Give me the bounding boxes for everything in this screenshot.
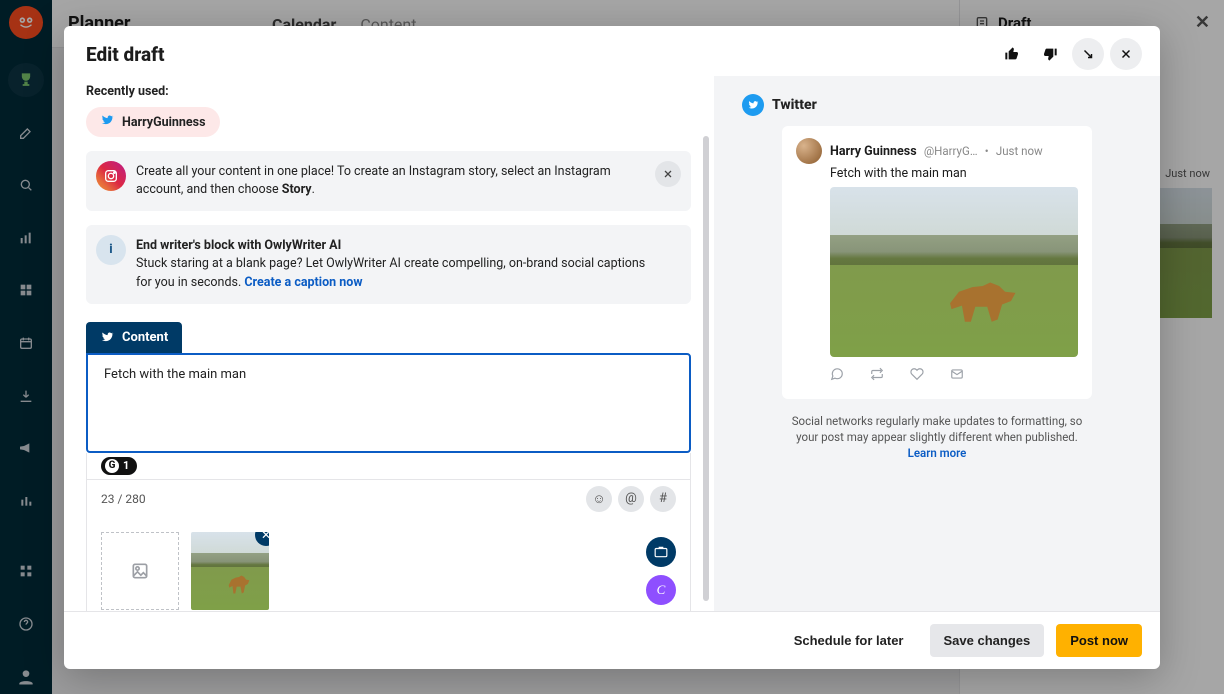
schedule-button[interactable]: Schedule for later (780, 624, 918, 657)
post-text-input[interactable]: Fetch with the main man (88, 355, 689, 451)
emoji-icon[interactable]: ☺ (586, 486, 612, 512)
instagram-tip-text-a: Create all your content in one place! To… (136, 164, 611, 197)
edit-draft-modal: Edit draft Recently used: Harry (64, 26, 1160, 669)
content-tab[interactable]: Content (86, 322, 182, 353)
owly-tip-card: i End writer's block with OwlyWriter AI … (86, 225, 691, 303)
preview-pane: Twitter Harry Guinness @HarryG… • Just n… (714, 76, 1160, 611)
owly-body: Stuck staring at a blank page? Let OwlyW… (136, 256, 645, 289)
preview-time: Just now (996, 144, 1043, 158)
grammarly-icon: G (105, 459, 119, 473)
preview-handle: @HarryG… (924, 144, 978, 158)
share-icon[interactable] (950, 367, 964, 385)
account-chip-label: HarryGuinness (122, 115, 206, 130)
disclaimer-text: Social networks regularly make updates t… (792, 414, 1083, 444)
canva-icon[interactable]: C (646, 575, 676, 605)
avatar (796, 138, 822, 164)
instagram-tip-card: Create all your content in one place! To… (86, 151, 691, 211)
dismiss-tip-icon[interactable] (655, 161, 681, 187)
modal-title: Edit draft (86, 43, 164, 66)
learn-more-link[interactable]: Learn more (908, 446, 967, 460)
owly-title: End writer's block with OwlyWriter AI (136, 238, 341, 253)
minimize-icon[interactable] (1072, 38, 1104, 70)
instagram-tip-text-c: . (312, 182, 315, 197)
add-media-button[interactable] (101, 532, 179, 610)
media-thumbnail[interactable]: ✕ (191, 532, 269, 610)
content-tab-label: Content (122, 330, 168, 345)
preview-network: Twitter (772, 97, 817, 113)
editor-box: Fetch with the main man (86, 353, 691, 453)
instagram-icon (96, 161, 126, 191)
char-count: 23 / 280 (101, 492, 146, 506)
grammarly-count: 1 (123, 459, 129, 472)
preview-image (830, 187, 1078, 357)
grammarly-pill[interactable]: G 1 (101, 457, 137, 475)
preview-name: Harry Guinness (830, 144, 917, 159)
close-modal-icon[interactable] (1110, 38, 1142, 70)
twitter-icon (100, 113, 114, 131)
twitter-icon (742, 94, 764, 116)
owly-link[interactable]: Create a caption now (244, 275, 362, 290)
thumbs-down-icon[interactable] (1034, 38, 1066, 70)
scrollbar[interactable] (703, 136, 709, 601)
retweet-icon[interactable] (870, 367, 884, 385)
media-library-icon[interactable] (646, 537, 676, 567)
post-now-button[interactable]: Post now (1056, 624, 1142, 657)
modal-footer: Schedule for later Save changes Post now (64, 611, 1160, 669)
reply-icon[interactable] (830, 367, 844, 385)
mention-icon[interactable]: @ (618, 486, 644, 512)
twitter-icon (100, 330, 114, 344)
info-icon: i (96, 235, 126, 265)
recently-used-label: Recently used: (86, 84, 691, 99)
save-button[interactable]: Save changes (930, 624, 1045, 657)
like-icon[interactable] (910, 367, 924, 385)
instagram-tip-text-b: Story (282, 182, 312, 197)
account-chip[interactable]: HarryGuinness (86, 107, 220, 137)
preview-text: Fetch with the main man (830, 166, 1078, 181)
tweet-preview: Harry Guinness @HarryG… • Just now Fetch… (782, 126, 1092, 399)
composer-pane: Recently used: HarryGuinness Create all … (64, 76, 714, 611)
hashtag-icon[interactable]: # (650, 486, 676, 512)
thumbs-up-icon[interactable] (996, 38, 1028, 70)
separator: • (985, 144, 989, 158)
